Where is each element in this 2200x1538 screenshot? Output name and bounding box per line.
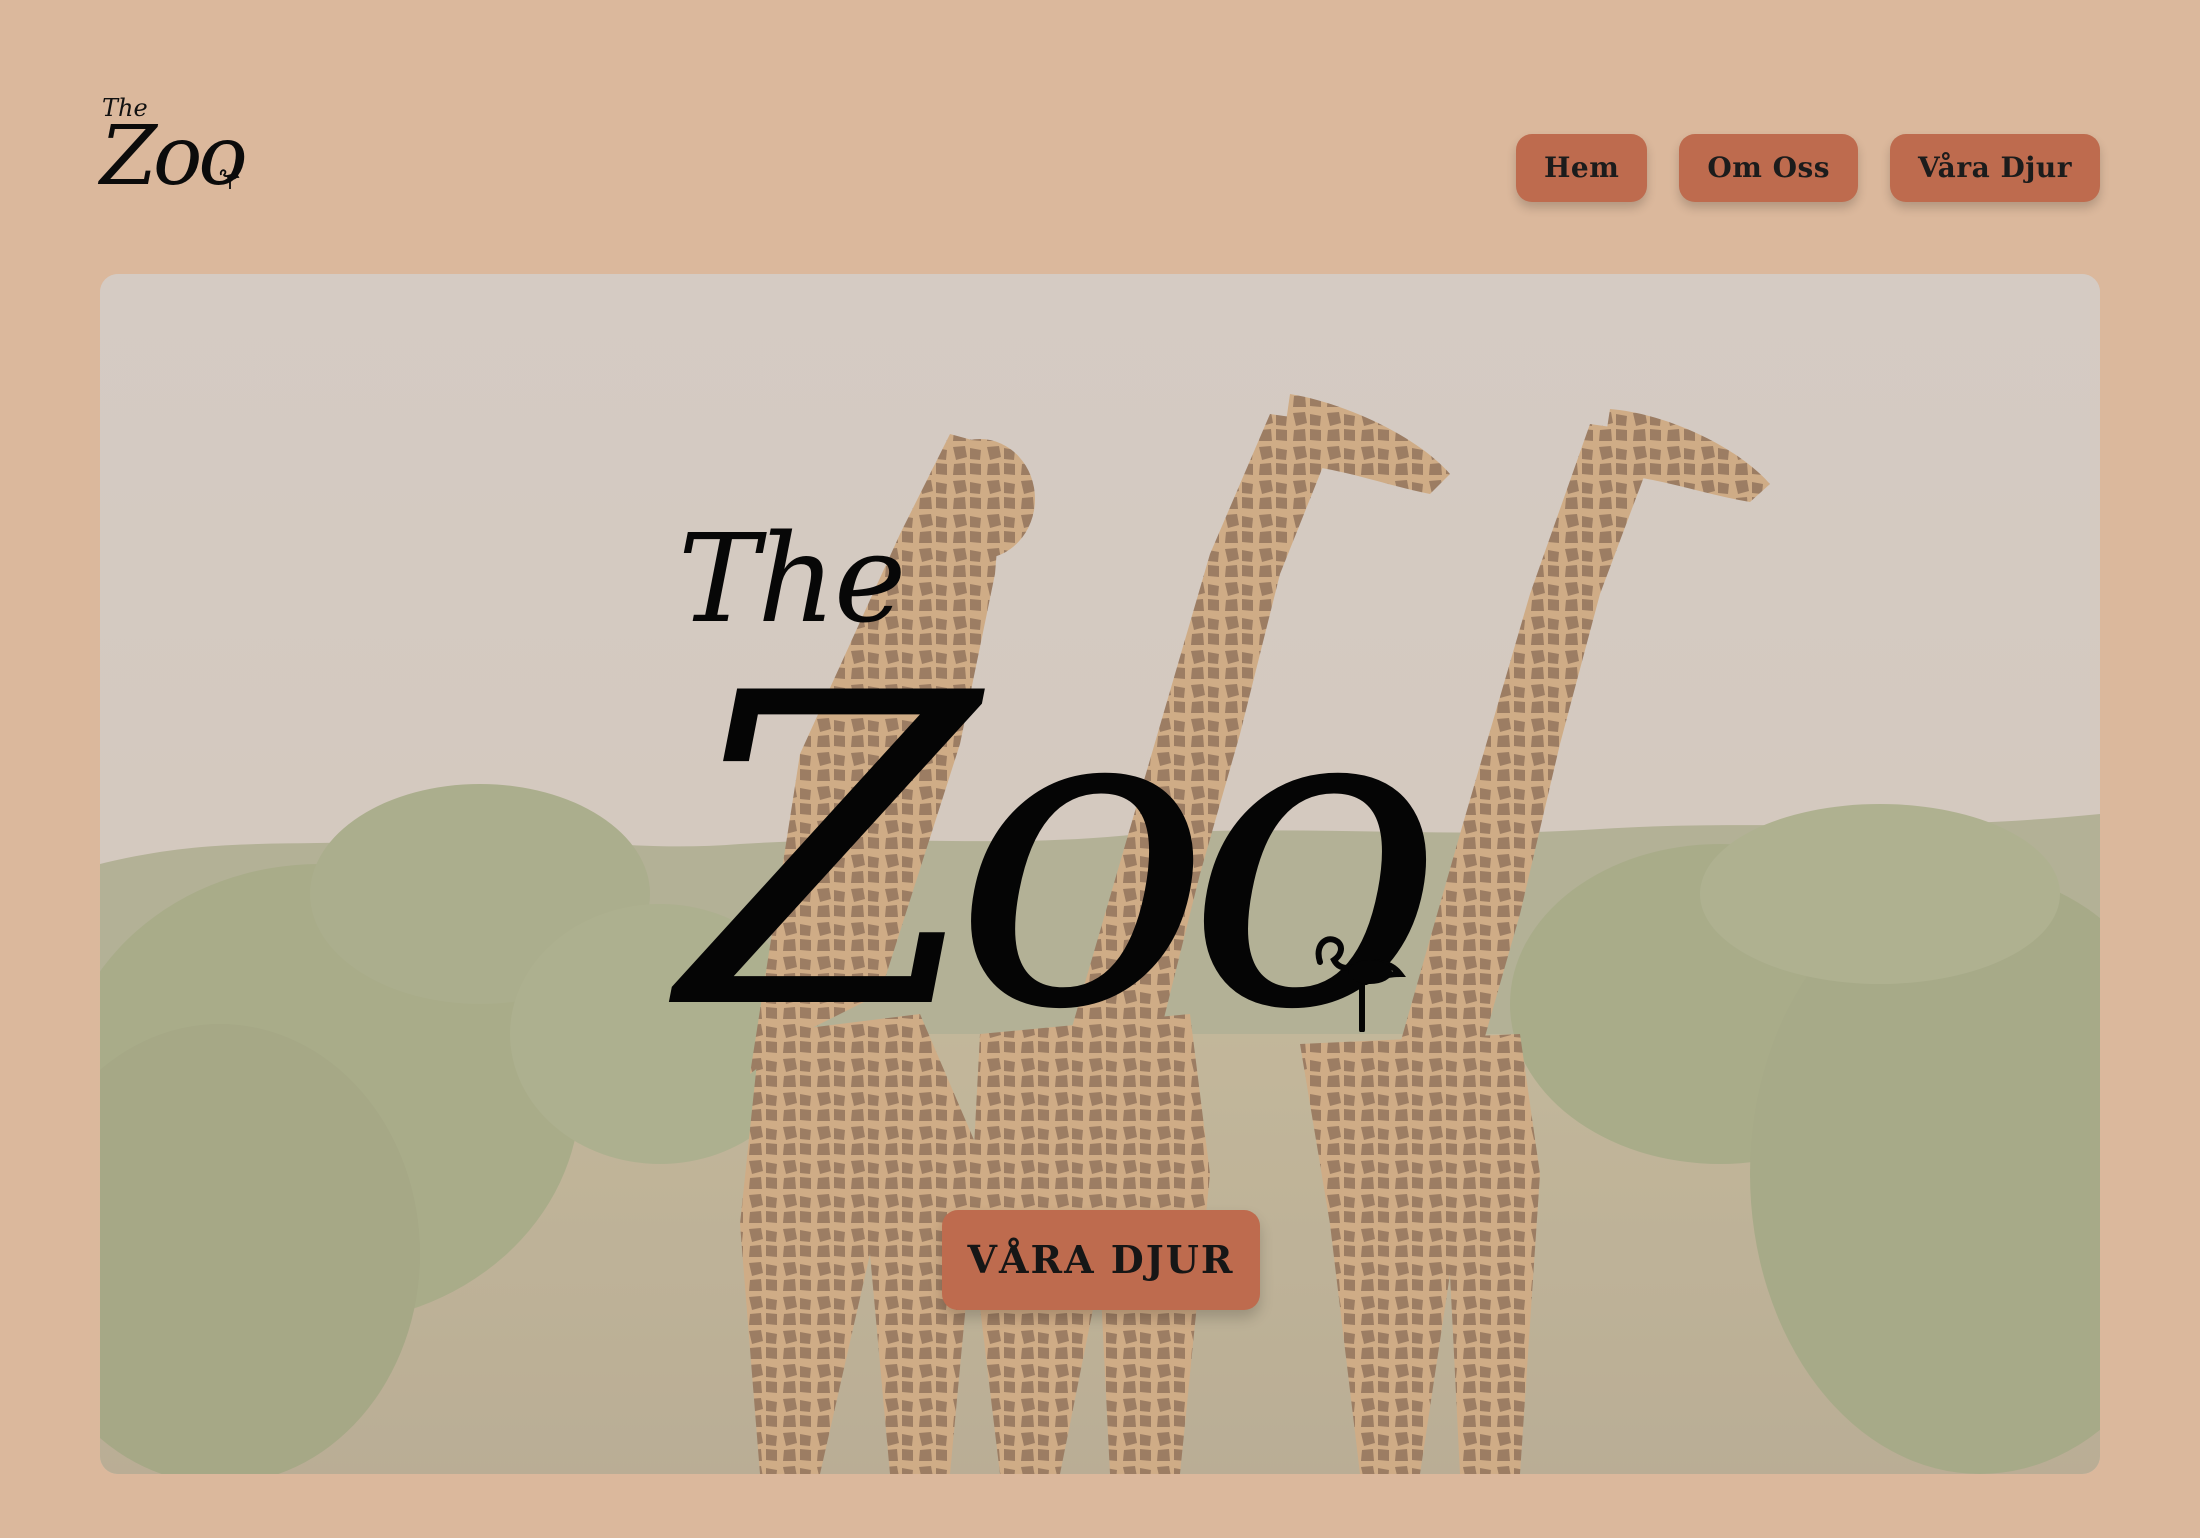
hero-section: The Zoo VÅRA DJUR [100,274,2100,1474]
nav-hem-button[interactable]: Hem [1515,134,1648,202]
hero-vara-djur-button[interactable]: VÅRA DJUR [942,1210,1260,1310]
main-nav: Hem Om Oss Våra Djur [1515,134,2100,202]
logo-flamingo-icon [219,169,240,189]
nav-om-oss-button[interactable]: Om Oss [1679,134,1859,202]
hero-flamingo-icon [1315,936,1406,1032]
nav-vara-djur-button[interactable]: Våra Djur [1890,134,2100,202]
